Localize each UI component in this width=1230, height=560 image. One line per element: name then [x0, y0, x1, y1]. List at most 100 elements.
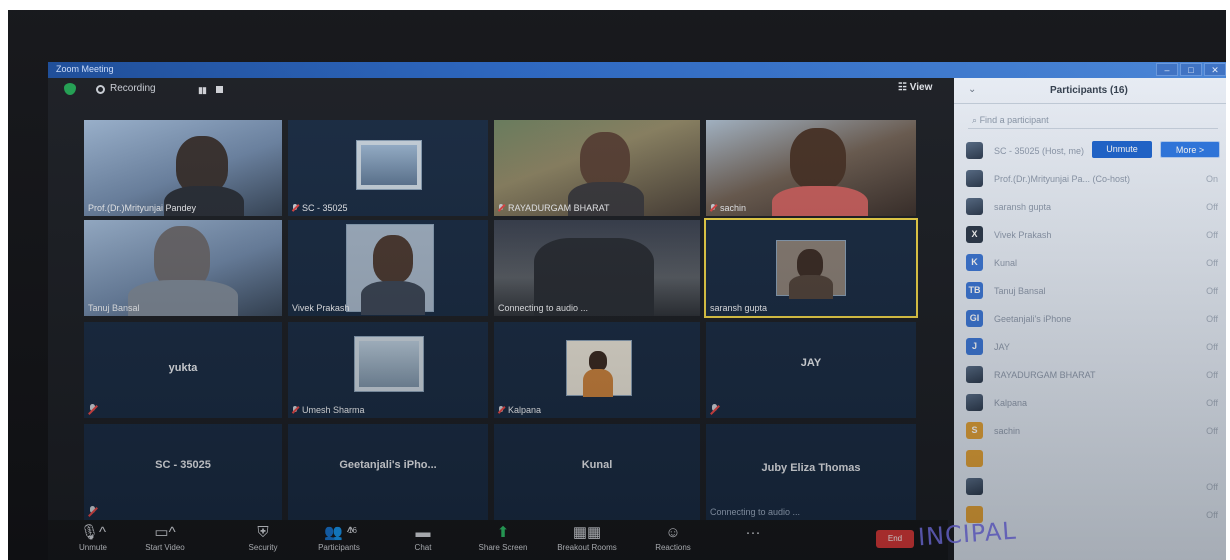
- tile-name: Tanuj Bansal: [88, 303, 140, 313]
- avatar: X: [966, 226, 983, 243]
- participant-status: Off: [1206, 482, 1218, 492]
- shield-icon: ⛨: [257, 524, 269, 541]
- profile-picture: [566, 340, 632, 397]
- avatar: [966, 142, 983, 159]
- participant-row[interactable]: Off: [964, 474, 1226, 500]
- reactions-icon: ☺: [665, 524, 681, 541]
- participant-row[interactable]: X Vivek Prakash Off: [964, 222, 1226, 248]
- encryption-shield-icon[interactable]: [64, 83, 76, 95]
- avatar: K: [966, 254, 983, 271]
- video-tile[interactable]: Kunal: [494, 424, 700, 520]
- avatar: [966, 198, 983, 215]
- participant-row[interactable]: saransh gupta Off: [964, 194, 1226, 220]
- window-title: Zoom Meeting: [56, 64, 114, 74]
- mic-muted-icon: [498, 406, 505, 414]
- participant-name: Vivek Prakash: [994, 230, 1052, 240]
- more-button[interactable]: ···: [718, 524, 788, 542]
- video-tile[interactable]: Kalpana: [494, 322, 700, 418]
- video-tile[interactable]: yukta: [84, 322, 282, 418]
- avatar: TB: [966, 282, 983, 299]
- video-tile[interactable]: Umesh Sharma: [288, 322, 488, 418]
- close-icon[interactable]: ✕: [1204, 63, 1226, 76]
- photo-of-monitor: Zoom Meeting – □ ✕ Recording ▮▮ ☷ View P…: [8, 10, 1226, 560]
- profile-picture: [356, 140, 422, 190]
- chevron-down-icon[interactable]: ⌄: [968, 84, 976, 95]
- participant-row[interactable]: J JAY Off: [964, 334, 1226, 360]
- tile-name: Prof.(Dr.)Mrityunjai Pandey: [88, 203, 197, 213]
- end-meeting-button[interactable]: End: [876, 530, 914, 548]
- maximize-icon[interactable]: □: [1180, 63, 1202, 76]
- video-tile-active-speaker[interactable]: saransh gupta: [704, 218, 918, 318]
- video-tile[interactable]: JAY: [706, 322, 916, 418]
- video-tile[interactable]: Vivek Prakash: [288, 220, 488, 316]
- tile-name: Umesh Sharma: [302, 405, 365, 415]
- participants-button[interactable]: 👥 ^ 16 Participants: [304, 524, 374, 552]
- breakout-rooms-label: Breakout Rooms: [557, 543, 617, 552]
- participant-status: Off: [1206, 230, 1218, 240]
- participant-name: Prof.(Dr.)Mrityunjai Pa... (Co-host): [994, 174, 1131, 184]
- mic-muted-icon: [88, 506, 97, 517]
- avatar: S: [966, 422, 983, 439]
- participant-row[interactable]: SC - 35025 (Host, me) Unmute More >: [964, 138, 1226, 164]
- participant-row[interactable]: RAYADURGAM BHARAT Off: [964, 362, 1226, 388]
- avatar: GI: [966, 310, 983, 327]
- participant-status: Off: [1206, 398, 1218, 408]
- participant-row[interactable]: Prof.(Dr.)Mrityunjai Pa... (Co-host) On: [964, 166, 1226, 192]
- participant-status: Off: [1206, 370, 1218, 380]
- chat-bubble-icon: ▬: [415, 524, 431, 541]
- stop-recording-icon[interactable]: [216, 86, 223, 93]
- tile-name: RAYADURGAM BHARAT: [508, 203, 610, 213]
- reactions-button[interactable]: ☺ Reactions: [638, 524, 708, 552]
- participant-row[interactable]: TB Tanuj Bansal Off: [964, 278, 1226, 304]
- breakout-rooms-icon: ▦▦: [572, 524, 602, 541]
- start-video-button[interactable]: ▭^ Start Video: [130, 524, 200, 552]
- participant-name: Geetanjali's iPhone: [994, 314, 1072, 324]
- video-tile[interactable]: RAYADURGAM BHARAT: [494, 120, 700, 216]
- participant-row[interactable]: Kalpana Off: [964, 390, 1226, 416]
- recording-icon: [96, 85, 105, 94]
- participant-status: Off: [1206, 314, 1218, 324]
- participant-row[interactable]: K Kunal Off: [964, 250, 1226, 276]
- video-tile[interactable]: SC - 35025: [288, 120, 488, 216]
- video-tile[interactable]: Tanuj Bansal: [84, 220, 282, 316]
- security-button[interactable]: ⛨ Security: [228, 524, 298, 552]
- participants-panel: ⌄ Participants (16) ⌕ Find a participant…: [954, 78, 1226, 560]
- search-icon: ⌕: [972, 115, 978, 125]
- participants-icon: 👥 ^: [324, 524, 354, 541]
- avatar: J: [966, 338, 983, 355]
- video-tile[interactable]: SC - 35025: [84, 424, 282, 520]
- participant-status: Off: [1206, 342, 1218, 352]
- participant-name: JAY: [994, 342, 1010, 352]
- participant-row[interactable]: S sachin Off: [964, 418, 1226, 444]
- participant-row[interactable]: [964, 446, 1226, 472]
- start-video-label: Start Video: [145, 543, 185, 552]
- meeting-topbar: Recording ▮▮ ☷ View: [48, 78, 948, 102]
- share-screen-icon: ⬆: [496, 524, 510, 541]
- window-titlebar[interactable]: Zoom Meeting – □ ✕: [48, 62, 1226, 78]
- tile-name: Kunal: [581, 458, 613, 471]
- participant-row[interactable]: GI Geetanjali's iPhone Off: [964, 306, 1226, 332]
- unmute-button[interactable]: 🎙^ Unmute: [58, 524, 128, 552]
- share-screen-button[interactable]: ⬆ Share Screen: [468, 524, 538, 552]
- window-controls: – □ ✕: [1156, 63, 1226, 76]
- pause-recording-icon[interactable]: ▮▮: [198, 85, 207, 96]
- video-feed: [346, 224, 434, 315]
- breakout-rooms-button[interactable]: ▦▦ Breakout Rooms: [552, 524, 622, 552]
- video-tile[interactable]: sachin: [706, 120, 916, 216]
- participant-name: Kunal: [994, 258, 1018, 268]
- video-tile[interactable]: Prof.(Dr.)Mrityunjai Pandey: [84, 120, 282, 216]
- view-button[interactable]: ☷ View: [898, 82, 932, 93]
- share-screen-label: Share Screen: [478, 543, 528, 552]
- video-tile[interactable]: Juby Eliza Thomas Connecting to audio ..…: [706, 424, 916, 520]
- tile-name: Geetanjali's iPho...: [339, 458, 437, 471]
- participant-search-input[interactable]: ⌕ Find a participant: [968, 112, 1218, 129]
- chat-button[interactable]: ▬ Chat: [388, 524, 458, 552]
- more-options-button[interactable]: More >: [1160, 141, 1220, 158]
- video-tile[interactable]: Geetanjali's iPho...: [288, 424, 488, 520]
- minimize-icon[interactable]: –: [1156, 63, 1178, 76]
- chat-label: Chat: [414, 543, 432, 552]
- unmute-participant-button[interactable]: Unmute: [1092, 141, 1152, 158]
- tile-status: Connecting to audio ...: [710, 507, 801, 517]
- participant-status: Off: [1206, 202, 1218, 212]
- video-tile[interactable]: Connecting to audio ...: [494, 220, 700, 316]
